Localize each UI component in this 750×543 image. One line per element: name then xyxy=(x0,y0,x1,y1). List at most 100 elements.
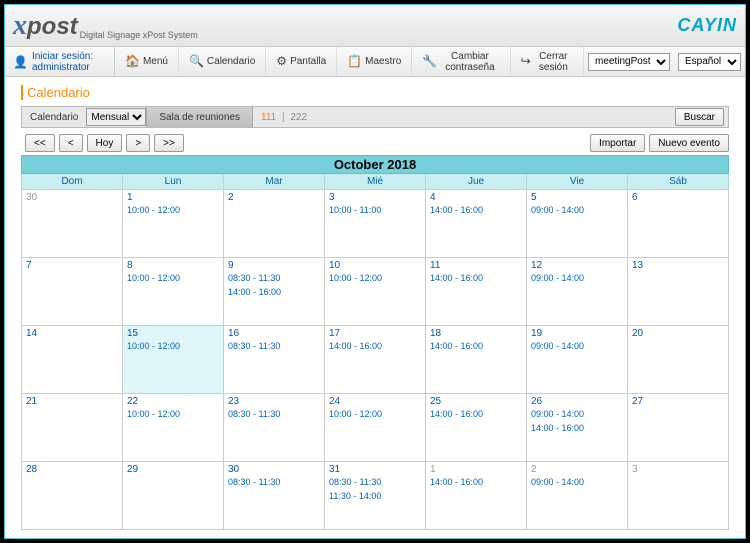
day-cell[interactable]: 20 xyxy=(628,326,729,394)
day-cell[interactable]: 6 xyxy=(628,190,729,258)
home-icon: 🏠 xyxy=(125,55,140,68)
nav-first[interactable]: << xyxy=(25,134,55,152)
calendar-event[interactable]: 09:00 - 14:00 xyxy=(531,341,623,353)
menu-password[interactable]: 🔧Cambiar contraseña xyxy=(412,47,510,76)
day-cell[interactable]: 24 10:00 - 12:00 xyxy=(325,394,426,462)
day-cell[interactable]: 209:00 - 14:00 xyxy=(527,462,628,530)
day-cell[interactable]: 908:30 - 11:3014:00 - 16:00 xyxy=(224,258,325,326)
month-title: October 2018 xyxy=(22,156,729,174)
day-cell[interactable]: 1010:00 - 12:00 xyxy=(325,258,426,326)
search-button[interactable]: Buscar xyxy=(675,108,724,126)
nav-prev[interactable]: < xyxy=(59,134,83,152)
day-cell[interactable]: 414:00 - 16:00 xyxy=(426,190,527,258)
calendar-event[interactable]: 08:30 - 11:30 xyxy=(228,409,320,421)
day-number: 24 xyxy=(329,396,421,407)
menu-calendar[interactable]: 🔍Calendario xyxy=(179,47,266,76)
calendar-event[interactable]: 14:00 - 16:00 xyxy=(430,477,522,489)
day-number: 31 xyxy=(329,464,421,475)
calendar-event[interactable]: 09:00 - 14:00 xyxy=(531,205,623,217)
calendar-event[interactable]: 09:00 - 14:00 xyxy=(531,409,623,421)
menu-home[interactable]: 🏠Menú xyxy=(115,47,179,76)
day-cell[interactable]: 29 xyxy=(123,462,224,530)
day-cell[interactable]: 27 xyxy=(628,394,729,462)
day-cell[interactable]: 7 xyxy=(22,258,123,326)
calendar-event[interactable]: 10:00 - 12:00 xyxy=(127,273,219,285)
calendar-event[interactable]: 08:30 - 11:30 xyxy=(329,477,421,489)
calendar-event[interactable]: 09:00 - 14:00 xyxy=(531,477,623,489)
calendar-event[interactable]: 08:30 - 11:30 xyxy=(228,273,320,285)
menu-screen-label: Pantalla xyxy=(290,56,326,67)
module-select[interactable]: meetingPost xyxy=(588,53,670,71)
day-cell[interactable]: 16 08:30 - 11:30 xyxy=(224,326,325,394)
day-cell[interactable]: 13 xyxy=(628,258,729,326)
day-number: 30 xyxy=(26,192,118,203)
day-number: 12 xyxy=(531,260,623,271)
calendar-event[interactable]: 10:00 - 12:00 xyxy=(127,409,219,421)
day-cell[interactable]: 3 xyxy=(628,462,729,530)
day-cell[interactable]: 21 xyxy=(22,394,123,462)
nav-last[interactable]: >> xyxy=(154,134,184,152)
calendar-event[interactable]: 08:30 - 11:30 xyxy=(228,477,320,489)
nav-today[interactable]: Hoy xyxy=(87,134,123,152)
calendar-event[interactable]: 14:00 - 16:00 xyxy=(228,287,320,299)
user-block: 👤 Iniciar sesión: administrator xyxy=(5,47,115,76)
day-cell[interactable]: 810:00 - 12:00 xyxy=(123,258,224,326)
toolbar: 👤 Iniciar sesión: administrator 🏠Menú 🔍C… xyxy=(5,47,745,77)
calendar-event[interactable]: 10:00 - 11:00 xyxy=(329,205,421,217)
dow-header: Mar xyxy=(224,174,325,190)
day-cell[interactable]: 30 xyxy=(22,190,123,258)
day-cell[interactable]: 31 08:30 - 11:30 11:30 - 14:00 xyxy=(325,462,426,530)
menu-master[interactable]: 📋Maestro xyxy=(337,47,412,76)
room-other[interactable]: 222 xyxy=(290,112,307,123)
room-active[interactable]: 111 xyxy=(261,112,276,123)
calendar-event[interactable]: 14:00 - 16:00 xyxy=(430,409,522,421)
day-cell[interactable]: 509:00 - 14:00 xyxy=(527,190,628,258)
calendar-event[interactable]: 14:00 - 16:00 xyxy=(430,273,522,285)
day-cell[interactable]: 1510:00 - 12:00 xyxy=(123,326,224,394)
day-cell[interactable]: 2609:00 - 14:0014:00 - 16:00 xyxy=(527,394,628,462)
day-cell[interactable]: 114:00 - 16:00 xyxy=(426,462,527,530)
calendar-event[interactable]: 11:30 - 14:00 xyxy=(329,491,421,503)
calendar-event[interactable]: 14:00 - 16:00 xyxy=(430,341,522,353)
day-number: 21 xyxy=(26,396,118,407)
day-cell[interactable]: 2210:00 - 12:00 xyxy=(123,394,224,462)
menu-home-label: Menú xyxy=(143,56,168,67)
day-number: 16 xyxy=(228,328,320,339)
calendar-event[interactable]: 10:00 - 12:00 xyxy=(127,205,219,217)
day-cell[interactable]: 1114:00 - 16:00 xyxy=(426,258,527,326)
day-cell[interactable]: 12 09:00 - 14:00 xyxy=(527,258,628,326)
day-number: 14 xyxy=(26,328,118,339)
logo-x: x xyxy=(13,10,27,41)
day-cell[interactable]: 1714:00 - 16:00 xyxy=(325,326,426,394)
view-select[interactable]: Mensual xyxy=(86,108,146,126)
language-select[interactable]: Español xyxy=(678,53,741,71)
calendar-event[interactable]: 14:00 - 16:00 xyxy=(329,341,421,353)
day-cell[interactable]: 310:00 - 11:00 xyxy=(325,190,426,258)
nav-next[interactable]: > xyxy=(126,134,150,152)
day-cell[interactable]: 110:00 - 12:00 xyxy=(123,190,224,258)
import-button[interactable]: Importar xyxy=(590,134,645,152)
calendar-label: Calendario xyxy=(22,112,86,123)
logout-icon: ↪ xyxy=(521,55,531,68)
calendar-event[interactable]: 14:00 - 16:00 xyxy=(430,205,522,217)
calendar-event[interactable]: 10:00 - 12:00 xyxy=(329,273,421,285)
day-cell[interactable]: 1814:00 - 16:00 xyxy=(426,326,527,394)
calendar-event[interactable]: 14:00 - 16:00 xyxy=(531,423,623,435)
menu-logout[interactable]: ↪Cerrar sesión xyxy=(511,47,584,76)
calendar-event[interactable]: 09:00 - 14:00 xyxy=(531,273,623,285)
day-cell[interactable]: 1909:00 - 14:00 xyxy=(527,326,628,394)
calendar-event[interactable]: 10:00 - 12:00 xyxy=(127,341,219,353)
day-number: 6 xyxy=(632,192,724,203)
calendar-event[interactable]: 08:30 - 11:30 xyxy=(228,341,320,353)
day-cell[interactable]: 28 xyxy=(22,462,123,530)
day-cell[interactable]: 14 xyxy=(22,326,123,394)
calendar-event[interactable]: 10:00 - 12:00 xyxy=(329,409,421,421)
menu-screen[interactable]: ⚙Pantalla xyxy=(266,47,337,76)
day-cell[interactable]: 3008:30 - 11:30 xyxy=(224,462,325,530)
new-event-button[interactable]: Nuevo evento xyxy=(649,134,729,152)
day-cell[interactable]: 2308:30 - 11:30 xyxy=(224,394,325,462)
day-cell[interactable]: 2514:00 - 16:00 xyxy=(426,394,527,462)
day-cell[interactable]: 2 xyxy=(224,190,325,258)
room-tab-label: Sala de reuniones xyxy=(159,112,240,123)
room-tab[interactable]: Sala de reuniones xyxy=(146,107,253,127)
